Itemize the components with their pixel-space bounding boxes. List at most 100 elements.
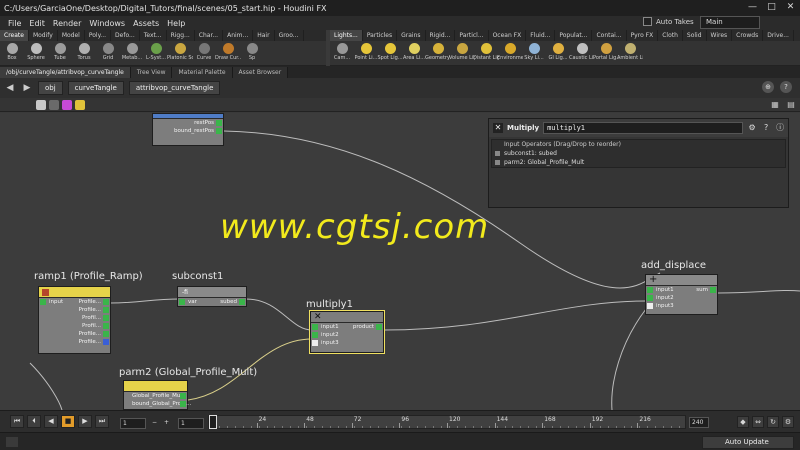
- shelf-tab[interactable]: Defo...: [111, 30, 140, 41]
- shelf-tab[interactable]: Pyro FX: [627, 30, 659, 41]
- shelf-tab[interactable]: Ocean FX: [489, 30, 527, 41]
- shelf-tool[interactable]: Draw Cur...: [215, 41, 241, 66]
- jump-start-icon[interactable]: ⏮: [10, 415, 24, 428]
- shelf-tool[interactable]: Area Li...: [402, 41, 426, 66]
- start-frame-field[interactable]: 1: [120, 418, 146, 429]
- node-subconst1[interactable]: -fi var subed: [177, 286, 247, 307]
- output-port[interactable]: [103, 339, 109, 345]
- color-palette-icon[interactable]: [62, 99, 72, 110]
- settings-icon[interactable]: ⚙: [782, 416, 794, 428]
- info-icon[interactable]: ⓘ: [775, 123, 785, 133]
- output-port[interactable]: [239, 299, 245, 305]
- grid-icon[interactable]: ▦: [770, 100, 780, 110]
- shelf-tab[interactable]: Cloth: [658, 30, 683, 41]
- step-plus-icon[interactable]: +: [162, 418, 172, 429]
- output-port[interactable]: [103, 331, 109, 337]
- shelf-tab[interactable]: Grains: [397, 30, 426, 41]
- inspector-node-name-field[interactable]: multiply1: [543, 122, 744, 134]
- key-icon[interactable]: ◆: [737, 416, 749, 428]
- shelf-tab[interactable]: Model: [58, 30, 85, 41]
- stop-icon[interactable]: ■: [61, 415, 75, 428]
- output-port[interactable]: [216, 120, 222, 126]
- input-port[interactable]: [179, 299, 185, 305]
- shelf-tab[interactable]: Particl...: [455, 30, 489, 41]
- tab-material-palette[interactable]: Material Palette: [172, 67, 233, 78]
- auto-takes[interactable]: Auto Takes: [643, 17, 694, 26]
- tab-asset-browser[interactable]: Asset Browser: [232, 67, 289, 78]
- pin-icon[interactable]: ⊕: [762, 81, 774, 93]
- output-port[interactable]: [103, 299, 109, 305]
- shelf-tab[interactable]: Particles: [363, 30, 398, 41]
- loop-icon[interactable]: ↻: [767, 416, 779, 428]
- timeline-cursor[interactable]: [209, 415, 217, 429]
- shelf-tool[interactable]: GI Lig...: [546, 41, 570, 66]
- node-parm2[interactable]: Global_Profile_Mult bound_Global_Profil.…: [123, 380, 191, 410]
- step-minus-icon[interactable]: −: [150, 418, 160, 429]
- shelf-tool[interactable]: Cam...: [330, 41, 354, 66]
- output-port[interactable]: [103, 307, 109, 313]
- range-icon[interactable]: ⇔: [752, 416, 764, 428]
- shelf-tool[interactable]: L-Syst...: [144, 41, 168, 66]
- play-reverse-icon[interactable]: ◀: [44, 415, 58, 428]
- node-top-geometry[interactable]: restPos bound_restPos: [152, 113, 224, 146]
- gear-icon[interactable]: ⚙: [747, 123, 757, 133]
- step-back-icon[interactable]: ⏴: [27, 415, 41, 428]
- node-ramp1[interactable]: input Profile... Profile... Profil... Pro…: [38, 286, 111, 354]
- shelf-tab[interactable]: Rigid...: [426, 30, 456, 41]
- shelf-tool[interactable]: Metab...: [120, 41, 144, 66]
- input-port[interactable]: [647, 295, 653, 301]
- note-icon[interactable]: [75, 99, 85, 110]
- output-port[interactable]: [180, 393, 186, 399]
- shelf-tool[interactable]: Volume Lig...: [449, 41, 475, 66]
- shelf-tool[interactable]: Portal Lig...: [593, 41, 619, 66]
- shelf-tab[interactable]: Crowds: [732, 30, 764, 41]
- output-port[interactable]: [103, 315, 109, 321]
- help-icon[interactable]: ?: [780, 81, 792, 93]
- output-port[interactable]: [103, 323, 109, 329]
- help-icon[interactable]: ?: [761, 123, 771, 133]
- shelf-tab[interactable]: Rigg...: [167, 30, 195, 41]
- shelf-tab[interactable]: Wires: [707, 30, 733, 41]
- shelf-tab[interactable]: Populat...: [555, 30, 593, 41]
- output-port[interactable]: [710, 287, 716, 293]
- shelf-tool[interactable]: Point Li...: [354, 41, 378, 66]
- tab-tree-view[interactable]: Tree View: [130, 67, 173, 78]
- input-port[interactable]: [312, 340, 318, 346]
- menu-help[interactable]: Help: [167, 19, 185, 28]
- input-port[interactable]: [312, 324, 318, 330]
- shelf-tab[interactable]: Groo...: [275, 30, 304, 41]
- shelf-tab[interactable]: Poly...: [85, 30, 112, 41]
- shelf-tool[interactable]: Sp: [240, 41, 264, 66]
- menu-assets[interactable]: Assets: [133, 19, 159, 28]
- shelf-tool[interactable]: Sky Li...: [522, 41, 546, 66]
- maximize-button[interactable]: □: [766, 2, 777, 13]
- shelf-tab[interactable]: Text...: [140, 30, 167, 41]
- layout-icon[interactable]: ▤: [786, 100, 796, 110]
- shelf-tab[interactable]: Solid: [683, 30, 707, 41]
- jump-end-icon[interactable]: ⏭: [95, 415, 109, 428]
- auto-update-dropdown[interactable]: Auto Update: [702, 436, 794, 449]
- output-port[interactable]: [180, 401, 186, 407]
- output-port[interactable]: [216, 128, 222, 134]
- shelf-tool[interactable]: Ambient Lig...: [617, 41, 643, 66]
- shelf-tab[interactable]: Modify: [29, 30, 58, 41]
- output-port[interactable]: [376, 324, 382, 330]
- shelf-tool[interactable]: Caustic Li...: [569, 41, 595, 66]
- timeline-ruler[interactable]: 124487296120144168192216: [208, 415, 686, 429]
- list-view-icon[interactable]: [49, 99, 59, 110]
- breadcrumb-obj[interactable]: obj: [38, 81, 63, 95]
- shelf-tool[interactable]: Sphere: [24, 41, 48, 66]
- back-arrow-icon[interactable]: ◀: [4, 82, 16, 94]
- shelf-tool[interactable]: Environme...: [497, 41, 523, 66]
- shelf-tab[interactable]: Drive...: [763, 30, 794, 41]
- shelf-tool[interactable]: Spot Lig...: [377, 41, 403, 66]
- shelf-tab[interactable]: Anim...: [223, 30, 254, 41]
- shelf-tab[interactable]: Contai...: [592, 30, 627, 41]
- shelf-tab[interactable]: Hair: [253, 30, 275, 41]
- current-frame-field[interactable]: 1: [178, 418, 204, 429]
- menu-edit[interactable]: Edit: [29, 19, 45, 28]
- tab-network-path[interactable]: /obj/curveTangle/attribvop_curveTangle: [0, 67, 131, 78]
- breadcrumb-attribvop[interactable]: attribvop_curveTangle: [128, 81, 221, 95]
- shelf-tool[interactable]: Grid: [96, 41, 120, 66]
- menu-windows[interactable]: Windows: [89, 19, 125, 28]
